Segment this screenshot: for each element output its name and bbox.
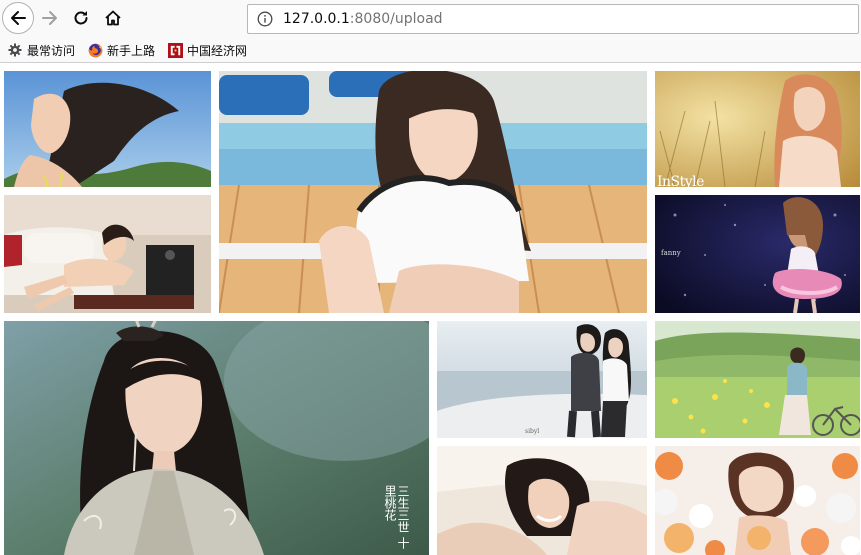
photo-girl-golden-field[interactable]: InStyle — [655, 71, 860, 187]
gear-icon — [7, 42, 23, 58]
poster-title-text: 三生三世 十里桃花 — [383, 485, 409, 549]
url-path: :8080/upload — [349, 11, 443, 27]
reload-button[interactable] — [66, 3, 96, 33]
info-icon[interactable] — [257, 11, 273, 27]
bookmark-cen[interactable]: 中国经济网 — [167, 42, 247, 59]
watermark-instyle: InStyle — [657, 174, 704, 187]
forward-button[interactable] — [35, 3, 65, 33]
bookmarks-toolbar: 最常访问 新手上路 中国经济网 — [0, 38, 861, 62]
bookmark-most-visited[interactable]: 最常访问 — [7, 42, 75, 59]
cen-logo-icon — [167, 42, 183, 58]
bookmark-label: 中国经济网 — [187, 43, 248, 58]
reload-icon — [74, 11, 88, 25]
svg-text:fanny: fanny — [661, 249, 681, 257]
bookmark-label: 最常访问 — [27, 43, 76, 58]
back-button[interactable] — [2, 2, 34, 34]
address-bar[interactable]: 127.0.0.1:8080/upload — [247, 4, 859, 34]
photo-girl-stage-pink-dress[interactable]: fanny — [655, 195, 860, 313]
photo-girl-bicycle-meadow[interactable] — [655, 321, 860, 438]
photo-woman-reclining-sofa[interactable] — [4, 195, 211, 313]
photo-girl-bench-bangs[interactable] — [219, 71, 647, 313]
browser-toolbar: 127.0.0.1:8080/upload — [0, 0, 861, 38]
home-button[interactable] — [98, 3, 128, 33]
photo-woman-lying-smiling[interactable] — [437, 446, 647, 555]
bookmark-getting-started[interactable]: 新手上路 — [87, 42, 155, 59]
forward-arrow-icon — [42, 11, 57, 25]
home-icon — [105, 10, 121, 26]
photo-couple-seaside[interactable]: sibyl — [437, 321, 647, 438]
back-arrow-icon — [11, 11, 26, 25]
photo-actress-drama-poster[interactable]: 三生三世 十里桃花 — [4, 321, 429, 555]
bookmark-label: 新手上路 — [107, 43, 156, 58]
url-host: 127.0.0.1 — [283, 11, 350, 27]
photo-girl-wind-sky[interactable] — [4, 71, 211, 187]
url-text[interactable]: 127.0.0.1:8080/upload — [283, 11, 443, 27]
firefox-icon — [87, 42, 103, 58]
photo-gallery: InStyle fanny 三生三世 十里桃花 sibyl — [0, 63, 861, 555]
svg-text:sibyl: sibyl — [525, 428, 539, 435]
photo-girl-balloons[interactable] — [655, 446, 860, 555]
